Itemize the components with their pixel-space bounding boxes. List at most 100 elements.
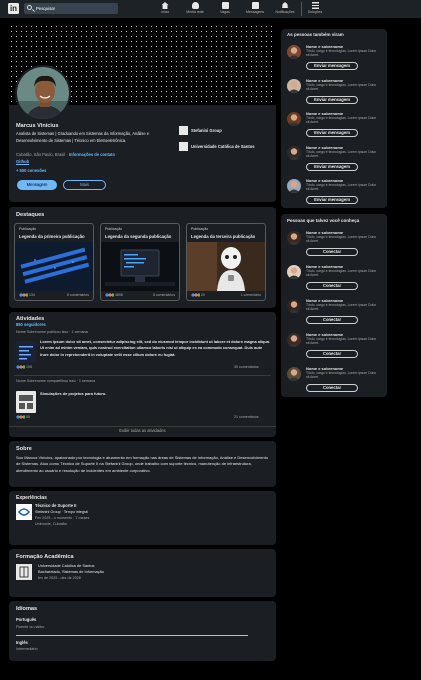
nav-solutions[interactable]: Soluções xyxy=(300,2,330,14)
github-link[interactable]: Github xyxy=(16,159,29,166)
reactions-icon xyxy=(16,365,25,370)
reactions-icon xyxy=(19,293,28,298)
search-input[interactable]: Pesquisar xyxy=(24,3,118,14)
avatar[interactable] xyxy=(15,65,71,121)
profile-location: Cubatão, São Paulo, Brasil xyxy=(16,152,66,157)
stefanini-logo-icon xyxy=(179,126,188,135)
person-description: Título, cargo e tecnologias. Lorem ipsum… xyxy=(306,371,377,380)
divider xyxy=(14,375,271,376)
post-thumbnail[interactable] xyxy=(16,391,36,413)
nav-notifications[interactable]: Notificações xyxy=(270,2,300,14)
search-icon xyxy=(27,5,32,10)
person-description: Título, cargo e tecnologias. Lorem ipsum… xyxy=(306,83,377,92)
send-message-button[interactable]: Enviar mensagem xyxy=(306,62,358,70)
education-period: fev de 2025 - dez de 2028 xyxy=(38,576,81,580)
bell-icon xyxy=(281,2,289,8)
network-icon xyxy=(191,2,199,9)
connections-link[interactable]: + 500 conexões xyxy=(16,168,46,175)
featured-item[interactable]: Publicação Legenda da primeira publicaçã… xyxy=(14,223,94,301)
university-logo-icon xyxy=(16,564,32,580)
avatar[interactable] xyxy=(287,179,301,193)
featured-item[interactable]: Publicação Legenda da segunda publicação… xyxy=(100,223,180,301)
experience-place: Unimonte, Cubatão xyxy=(35,522,67,526)
send-message-button[interactable]: Enviar mensagem xyxy=(306,196,358,204)
followers-count[interactable]: 850 seguidores xyxy=(16,322,46,329)
nav-messages[interactable]: Mensagens xyxy=(240,2,270,14)
connect-button[interactable]: Conectar xyxy=(306,248,358,256)
reactions-icon xyxy=(16,415,25,420)
show-all-activity-button[interactable]: Exibir todas as atividades xyxy=(9,428,276,435)
chat-icon xyxy=(251,2,259,9)
post-thumbnail[interactable] xyxy=(16,341,36,363)
avatar[interactable] xyxy=(287,299,301,313)
avatar[interactable] xyxy=(287,79,301,93)
post-comments[interactable]: 21 comentários xyxy=(234,414,259,421)
profile-headline: Analista de Sistemas | Graduando em Sist… xyxy=(16,131,150,143)
avatar[interactable] xyxy=(287,231,301,245)
nav-home[interactable]: Início xyxy=(150,2,180,14)
robot-image xyxy=(187,242,265,291)
featured-title: Destaques xyxy=(16,212,45,218)
current-company[interactable]: Stefanini Group xyxy=(191,128,222,135)
stefanini-logo-icon xyxy=(16,504,32,520)
post-comments[interactable]: 30 comentários xyxy=(234,364,259,371)
keyboard-image xyxy=(15,242,93,291)
featured-item[interactable]: Publicação Legenda da terceira publicaçã… xyxy=(186,223,266,301)
experience-title: Experiências xyxy=(16,495,47,501)
language-level: Intermediário xyxy=(16,647,38,651)
education-title: Formação Acadêmica xyxy=(16,554,74,560)
person-description: Título, cargo e tecnologias. Lorem ipsum… xyxy=(306,337,377,346)
briefcase-icon xyxy=(221,2,229,9)
languages-title: Idiomas xyxy=(16,606,38,612)
connect-button[interactable]: Conectar xyxy=(306,282,358,290)
more-button[interactable]: Mais xyxy=(63,180,106,190)
avatar[interactable] xyxy=(287,146,301,160)
about-title: Sobre xyxy=(16,446,32,452)
avatar[interactable] xyxy=(287,333,301,347)
divider xyxy=(16,635,248,636)
linkedin-logo[interactable]: in xyxy=(8,3,19,14)
grid-icon xyxy=(311,2,319,9)
top-nav: in Pesquisar Início Minha rede Vagas Men… xyxy=(0,0,421,18)
connect-button[interactable]: Conectar xyxy=(306,384,358,392)
send-message-button[interactable]: Enviar mensagem xyxy=(306,96,358,104)
person-description: Título, cargo e tecnologias. Lorem ipsum… xyxy=(306,150,377,159)
current-education[interactable]: Universidade Católica de Santos xyxy=(191,144,254,151)
divider xyxy=(9,426,276,427)
send-message-button[interactable]: Enviar mensagem xyxy=(306,129,358,137)
about-text: Sou Marcus Vinícius, apaixonado por tecn… xyxy=(16,455,269,473)
code-monitor-image xyxy=(101,242,179,291)
connect-button[interactable]: Conectar xyxy=(306,316,358,324)
languages-section xyxy=(9,601,276,661)
people-you-may-know-title: Pessoas que talvez você conheça xyxy=(287,218,360,223)
avatar[interactable] xyxy=(287,112,301,126)
post-meta: Nome Sobrenome compartilhou isso · 1 sem… xyxy=(16,379,96,383)
home-icon xyxy=(161,2,169,9)
post-text[interactable]: Simulações de projetos para futuro. xyxy=(40,391,106,398)
reactions-icon xyxy=(191,293,200,298)
language-level: Fluente ou nativo xyxy=(16,625,45,629)
contact-info-link[interactable]: Informações de contato xyxy=(69,152,115,157)
send-message-button[interactable]: Enviar mensagem xyxy=(306,163,358,171)
connect-button[interactable]: Conectar xyxy=(306,350,358,358)
nav-network[interactable]: Minha rede xyxy=(180,2,210,14)
person-description: Título, cargo e tecnologias. Lorem ipsum… xyxy=(306,49,377,58)
search-placeholder: Pesquisar xyxy=(36,6,56,11)
avatar[interactable] xyxy=(287,45,301,59)
person-description: Título, cargo e tecnologias. Lorem ipsum… xyxy=(306,269,377,278)
people-also-viewed-title: As pessoas também viram xyxy=(287,32,344,37)
avatar[interactable] xyxy=(287,367,301,381)
language-name: Português xyxy=(16,617,37,622)
university-logo-icon xyxy=(179,142,188,151)
person-description: Título, cargo e tecnologias. Lorem ipsum… xyxy=(306,183,377,192)
nav-jobs[interactable]: Vagas xyxy=(210,2,240,14)
profile-name: Marcus Vinícius xyxy=(16,123,59,129)
person-description: Título, cargo e tecnologias. Lorem ipsum… xyxy=(306,303,377,312)
post-text[interactable]: Lorem ipsum dolor sit amet, consectetur … xyxy=(40,339,270,358)
post-meta: Nome Sobrenome publicou isso · 1 semana xyxy=(16,330,88,334)
person-description: Título, cargo e tecnologias. Lorem ipsum… xyxy=(306,235,377,244)
avatar[interactable] xyxy=(287,265,301,279)
reactions-icon xyxy=(105,293,114,298)
person-description: Título, cargo e tecnologias. Lorem ipsum… xyxy=(306,116,377,125)
message-button[interactable]: Mensagem xyxy=(17,180,57,190)
